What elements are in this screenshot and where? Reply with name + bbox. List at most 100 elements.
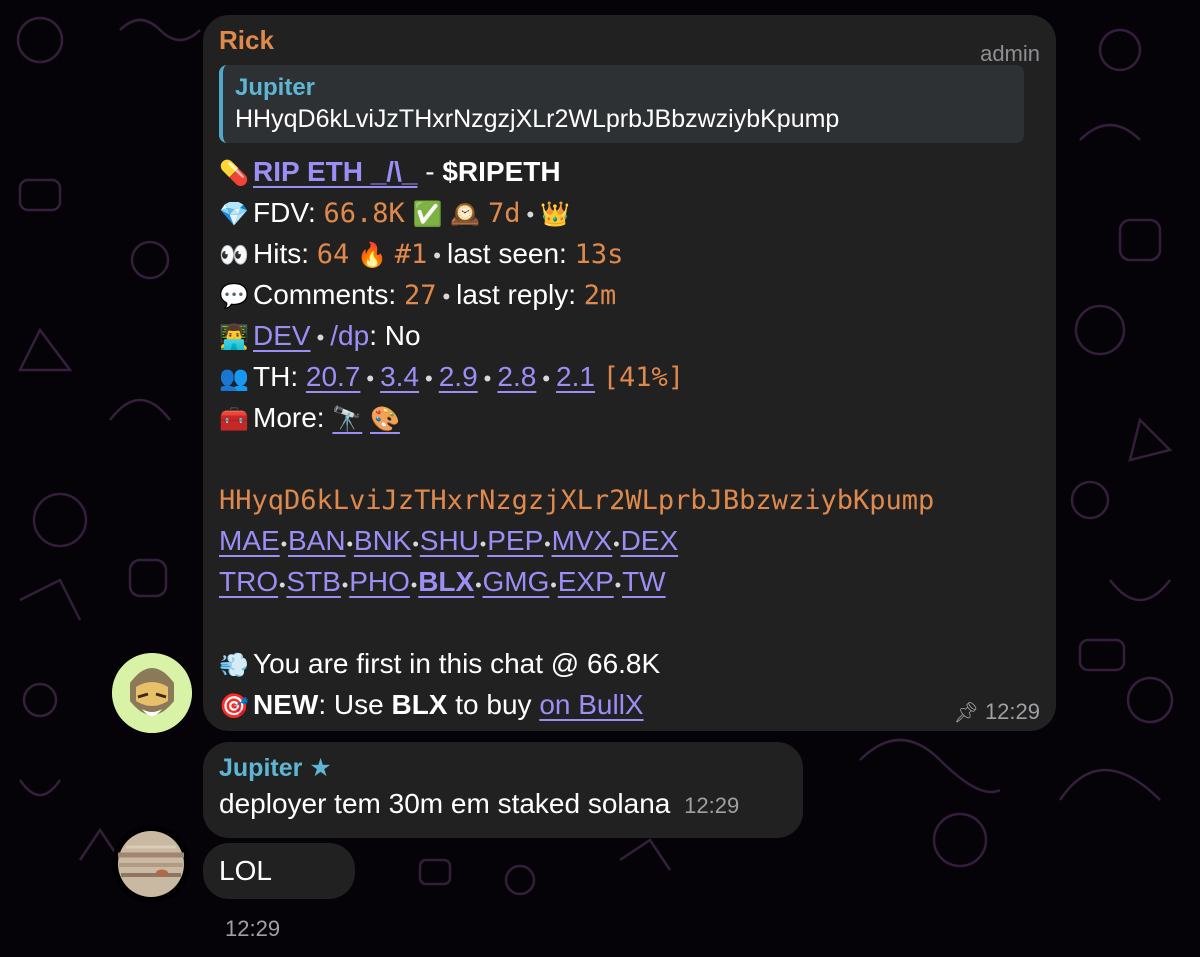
link-bnk[interactable]: BNK: [354, 525, 412, 556]
comments-value: 27: [403, 280, 437, 311]
first-in-chat-line: 💨 You are first in this chat @ 66.8K: [219, 643, 1040, 684]
th-holder-link[interactable]: 2.1: [556, 361, 595, 392]
avatar[interactable]: [112, 653, 192, 733]
message-timestamp: 12:29: [984, 699, 1040, 724]
th-holder-link[interactable]: 2.8: [497, 361, 536, 392]
gem-icon: 💎: [219, 201, 249, 228]
jupiter-planet-icon: [112, 825, 190, 903]
target-icon: 🎯: [219, 693, 249, 720]
link-pep[interactable]: PEP: [487, 525, 543, 556]
message-timestamp: 12:29: [684, 793, 740, 818]
reply-quote[interactable]: Jupiter HHyqD6kLviJzTHxrNzgzjXLr2WLprbJB…: [219, 65, 1024, 143]
hits-rank: #1: [394, 239, 428, 270]
palette-link-icon[interactable]: 🎨: [370, 406, 400, 433]
message-body: 💊 RIP ETH _/\_ - $RIPETH 💎 FDV: 66.8K ✅ 🕰️…: [219, 151, 1040, 725]
quote-author: Jupiter: [235, 74, 316, 101]
star-icon: ★: [309, 754, 332, 782]
link-shu[interactable]: SHU: [420, 525, 479, 556]
dp-value: No: [384, 320, 421, 351]
links-row-2: TRO•STB•PHO•BLX•GMG•EXP•TW: [219, 566, 666, 597]
hits-label: Hits:: [253, 238, 317, 269]
technologist-icon: 👨‍💻: [219, 324, 249, 351]
contract-address-text[interactable]: HHyqD6kLviJzTHxrNzgzjXLr2WLprbJBbzwziybK…: [219, 485, 934, 516]
last-reply-value: 2m: [583, 280, 617, 311]
admin-badge: admin: [980, 41, 1040, 66]
people-icon: 👥: [219, 365, 249, 392]
th-holder-link[interactable]: 20.7: [306, 361, 361, 392]
link-ban[interactable]: BAN: [288, 525, 346, 556]
comments-label: Comments:: [253, 279, 404, 310]
toolbox-icon: 🧰: [219, 406, 249, 433]
bullx-link[interactable]: on BullX: [539, 689, 643, 720]
dev-link[interactable]: DEV: [253, 320, 311, 351]
first-in-chat-text: You are first in this chat @ 66.8K: [253, 648, 661, 679]
new-label: NEW: [253, 689, 319, 720]
contract-address[interactable]: HHyqD6kLviJzTHxrNzgzjXLr2WLprbJBbzwziybK…: [219, 479, 1040, 520]
wizard-avatar-icon: [112, 653, 192, 733]
link-mvx[interactable]: MVX: [552, 525, 613, 556]
token-ticker: $RIPETH: [442, 156, 561, 187]
th-holder-link[interactable]: 3.4: [380, 361, 419, 392]
link-pho[interactable]: PHO: [349, 566, 410, 597]
link-exp[interactable]: EXP: [558, 566, 614, 597]
link-tro[interactable]: TRO: [219, 566, 278, 597]
fdv-label: FDV:: [253, 197, 324, 228]
sender-name-text: Jupiter: [219, 754, 303, 782]
message-text-content: deployer tem 30m em staked solana: [219, 788, 671, 819]
link-dex[interactable]: DEX: [621, 525, 679, 556]
age-value: 7d: [487, 198, 521, 229]
dash-icon: 💨: [219, 652, 249, 679]
message-time: 📌︎ 12:29: [954, 699, 1040, 725]
dev-line: 👨‍💻 DEV •/dp: No: [219, 315, 1040, 356]
check-icon: ✅: [412, 201, 443, 228]
buy-text: to buy: [447, 689, 540, 720]
link-tw[interactable]: TW: [622, 566, 666, 597]
message-text-content: LOL: [219, 855, 271, 886]
comments-line: 💬 Comments: 27 • last reply: 2m: [219, 274, 1040, 315]
eyes-icon: 👀: [219, 242, 249, 269]
th-line: 👥 TH: 20.7 • 3.4 • 2.9 • 2.8 • 2.1 [41%]: [219, 356, 1040, 397]
last-seen-label: last seen:: [446, 238, 575, 269]
speech-bubble-icon: 💬: [219, 283, 249, 310]
hits-line: 👀 Hits: 64 🔥 #1 • last seen: 13s: [219, 233, 1040, 274]
clock-icon: 🕰️: [450, 201, 481, 228]
quote-text: HHyqD6kLviJzTHxrNzgzjXLr2WLprbJBbzwziybK…: [235, 105, 840, 133]
fire-icon: 🔥: [357, 242, 387, 269]
more-label: More:: [253, 402, 333, 433]
message-bubble-main[interactable]: Rick admin Jupiter HHyqD6kLviJzTHxrNzgzj…: [203, 15, 1056, 731]
dp-command[interactable]: /dp: [330, 320, 369, 351]
link-blx[interactable]: BLX: [418, 566, 474, 597]
message-bubble-reply[interactable]: Jupiter ★ deployer tem 30m em staked sol…: [203, 742, 803, 838]
fdv-value: 66.8K: [323, 198, 405, 229]
sender-name[interactable]: Rick: [219, 25, 1040, 55]
hits-value: 64: [316, 239, 350, 270]
sender-name[interactable]: Jupiter ★: [219, 752, 787, 784]
crown-icon: 👑: [540, 201, 571, 228]
token-name-link[interactable]: RIP ETH _/\_: [253, 156, 417, 187]
link-gmg[interactable]: GMG: [483, 566, 550, 597]
new-line: 🎯 NEW: Use BLX to buy on BullX: [219, 684, 1040, 725]
links-row-1: MAE•BAN•BNK•SHU•PEP•MVX•DEX: [219, 525, 679, 556]
dp-colon: :: [369, 320, 385, 351]
message-text: LOL 12:29: [219, 843, 339, 957]
token-separator: -: [417, 156, 443, 187]
message-text: deployer tem 30m em staked solana 12:29: [219, 784, 787, 826]
last-reply-label: last reply:: [456, 279, 584, 310]
last-seen-value: 13s: [574, 239, 624, 270]
new-colon: : Use: [318, 689, 392, 720]
pin-icon: 📌︎: [953, 702, 979, 724]
binoculars-link-icon[interactable]: 🔭: [332, 406, 362, 433]
pill-icon: 💊: [219, 160, 249, 187]
avatar[interactable]: [112, 825, 190, 903]
link-mae[interactable]: MAE: [219, 525, 280, 556]
link-stb[interactable]: STB: [286, 566, 340, 597]
blx-label: BLX: [391, 689, 448, 720]
th-percent: [41%]: [602, 362, 685, 393]
token-line: 💊 RIP ETH _/\_ - $RIPETH: [219, 151, 1040, 192]
more-line: 🧰 More: 🔭 🎨: [219, 397, 1040, 438]
fdv-line: 💎 FDV: 66.8K ✅ 🕰️ 7d • 👑: [219, 192, 1040, 233]
message-timestamp: 12:29: [225, 916, 281, 941]
message-bubble-lol[interactable]: LOL 12:29: [203, 843, 355, 941]
th-label: TH:: [253, 361, 306, 392]
th-holder-link[interactable]: 2.9: [439, 361, 478, 392]
